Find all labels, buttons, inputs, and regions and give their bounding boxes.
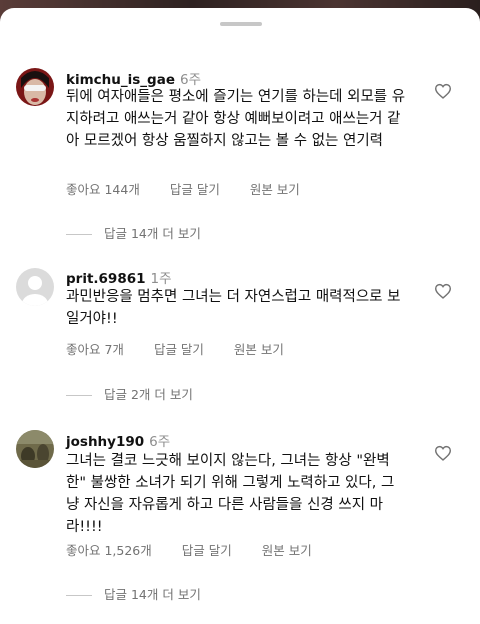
- drag-handle[interactable]: [220, 22, 262, 26]
- username-text[interactable]: prit.69861: [66, 271, 146, 287]
- comments-sheet: kimchu_is_gae 6주 뒤에 여자애들은 평소에 즐기는 연기를 하는데…: [0, 8, 480, 624]
- view-replies-button[interactable]: 답글 14개 더 보기: [66, 584, 201, 603]
- comment-actions: 좋아요 1,526개 답글 달기 원본 보기: [66, 540, 342, 559]
- replies-divider: [66, 395, 92, 396]
- comment-actions: 좋아요 7개 답글 달기 원본 보기: [66, 339, 314, 358]
- comment-username[interactable]: prit.69861 1주: [66, 267, 172, 287]
- comment-text: 뒤에 여자애들은 평소에 즐기는 연기를 하는데 외모를 유지하려고 애쓰는거 …: [66, 89, 406, 149]
- see-original-button[interactable]: 원본 보기: [250, 182, 300, 197]
- view-replies-button[interactable]: 답글 14개 더 보기: [66, 223, 201, 242]
- heart-outline-icon[interactable]: [434, 445, 452, 461]
- comment-actions: 좋아요 144개 답글 달기 원본 보기: [66, 179, 330, 198]
- view-replies-label[interactable]: 답글 14개 더 보기: [104, 587, 201, 602]
- view-replies-label[interactable]: 답글 2개 더 보기: [104, 387, 193, 402]
- view-replies-button[interactable]: 답글 2개 더 보기: [66, 384, 193, 403]
- comment-age: 1주: [150, 271, 172, 287]
- heart-outline-icon[interactable]: [434, 283, 452, 299]
- avatar[interactable]: [16, 68, 54, 106]
- comment-age: 6주: [149, 434, 171, 450]
- see-original-button[interactable]: 원본 보기: [262, 543, 312, 558]
- likes-count[interactable]: 좋아요 7개: [66, 342, 124, 357]
- likes-count[interactable]: 좋아요 144개: [66, 182, 140, 197]
- replies-divider: [66, 234, 92, 235]
- comment-text: 그녀는 결코 느긋해 보이지 않는다, 그녀는 항상 "완벽한" 불쌍한 소녀가…: [66, 453, 395, 535]
- likes-count[interactable]: 좋아요 1,526개: [66, 543, 152, 558]
- reply-button[interactable]: 답글 달기: [154, 342, 204, 357]
- avatar[interactable]: [16, 430, 54, 468]
- replies-divider: [66, 595, 92, 596]
- view-replies-label[interactable]: 답글 14개 더 보기: [104, 226, 201, 241]
- reply-button[interactable]: 답글 달기: [182, 543, 232, 558]
- heart-outline-icon[interactable]: [434, 83, 452, 99]
- reply-button[interactable]: 답글 달기: [170, 182, 220, 197]
- comment-text: 과민반응을 멈추면 그녀는 더 자연스럽고 매력적으로 보일거야!!: [66, 289, 401, 327]
- comment-username[interactable]: kimchu_is_gae 6주: [66, 68, 201, 88]
- see-original-button[interactable]: 원본 보기: [234, 342, 284, 357]
- username-text[interactable]: joshhy190: [66, 434, 144, 450]
- avatar[interactable]: [16, 268, 54, 306]
- comment-username[interactable]: joshhy190 6주: [66, 430, 170, 450]
